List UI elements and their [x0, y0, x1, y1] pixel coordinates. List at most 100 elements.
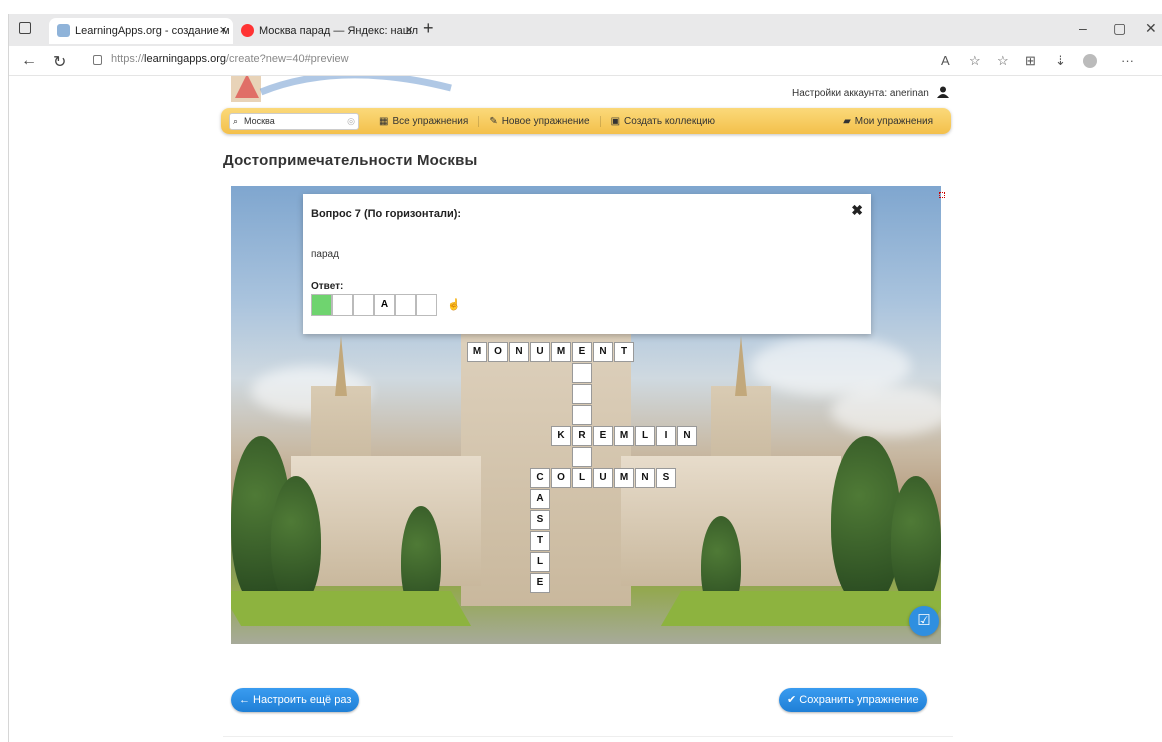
background-tree	[831, 436, 901, 606]
url-host: learningapps.org	[144, 53, 226, 65]
crossword-cell[interactable]: M	[614, 426, 634, 446]
crossword-cell[interactable]: N	[635, 468, 655, 488]
minimize-button[interactable]: –	[1079, 20, 1087, 36]
tab-title: Москва парад — Яндекс: нашл	[259, 25, 418, 37]
close-tab-icon[interactable]: ×	[219, 22, 227, 37]
more-menu-icon[interactable]: ···	[1121, 53, 1134, 68]
crossword-cell[interactable]: O	[551, 468, 571, 488]
search-value: Москва	[244, 115, 275, 126]
fullscreen-icon[interactable]	[939, 192, 945, 198]
crossword-cell[interactable]: S	[656, 468, 676, 488]
search-icon: ⌕	[233, 115, 239, 126]
collection-icon: ▣	[610, 115, 621, 127]
close-popup-icon[interactable]: ✖	[851, 202, 863, 219]
crossword-cell[interactable]: A	[530, 489, 550, 509]
account-label: Настройки аккаунта: anerinan	[792, 88, 929, 99]
address-bar[interactable]: https://learningapps.org/create?new=40#p…	[111, 53, 349, 65]
reset-button[interactable]: ← Настроить ещё раз	[231, 688, 360, 712]
question-popup: Вопрос 7 (По горизонтали): ✖ парад Ответ…	[303, 194, 871, 334]
url-prefix: https://	[111, 53, 145, 65]
user-icon	[936, 86, 949, 98]
crossword-cell[interactable]: U	[593, 468, 613, 488]
answer-cell[interactable]	[395, 294, 416, 316]
answer-cell[interactable]: A	[374, 294, 395, 316]
check-answers-button[interactable]: ☑	[909, 606, 939, 636]
menu-new-exercise[interactable]: ✎ Новое упражнение	[478, 115, 599, 127]
crossword-cell[interactable]	[572, 447, 592, 467]
crossword-cell[interactable]: M	[467, 342, 487, 362]
crossword-cell[interactable]: S	[530, 510, 550, 530]
answer-cell[interactable]	[353, 294, 374, 316]
account-settings-link[interactable]: Настройки аккаунта: anerinan	[792, 86, 949, 99]
back-arrow-icon[interactable]: ←	[21, 52, 37, 70]
crossword-cell[interactable]: C	[530, 468, 550, 488]
background-tree	[271, 476, 321, 606]
downloads-icon[interactable]: ⇣	[1055, 53, 1066, 69]
crossword-cell[interactable]: M	[614, 468, 634, 488]
tab-learningapps[interactable]: LearningApps.org - создание м ×	[49, 18, 233, 44]
crossword-stage: Вопрос 7 (По горизонтали): ✖ парад Ответ…	[231, 186, 941, 644]
crossword-cell[interactable]: O	[488, 342, 508, 362]
menu-my-exercises[interactable]: ▰ Мои упражнения	[833, 116, 943, 127]
crossword-cell[interactable]: K	[551, 426, 571, 446]
save-exercise-button[interactable]: ✔ Сохранить упражнение	[779, 688, 927, 712]
tab-bar: LearningApps.org - создание м × Москва п…	[9, 14, 1162, 46]
url-path: /create?new=40#preview	[225, 53, 349, 65]
answer-cell[interactable]	[311, 294, 332, 316]
crossword-cell[interactable]: E	[593, 426, 613, 446]
favorite-star-icon[interactable]: ☆	[969, 53, 981, 69]
crossword-cell[interactable]: T	[614, 342, 634, 362]
hint-hand-icon[interactable]: ☝	[443, 294, 465, 316]
crossword-cell[interactable]	[572, 405, 592, 425]
tab-yandex[interactable]: Москва парад — Яндекс: нашл ×	[233, 18, 419, 44]
close-window-button[interactable]: ✕	[1145, 20, 1157, 37]
answer-cell[interactable]	[416, 294, 437, 316]
learningapps-favicon-icon	[57, 24, 70, 37]
crossword-cell[interactable]: N	[509, 342, 529, 362]
crossword-cell[interactable]: M	[551, 342, 571, 362]
crossword-cell[interactable]	[572, 384, 592, 404]
crossword-cell[interactable]: L	[572, 468, 592, 488]
background-spire	[335, 336, 347, 396]
crossword-cell[interactable]: E	[530, 573, 550, 593]
background-tree	[891, 476, 941, 606]
crossword-cell[interactable]: L	[530, 552, 550, 572]
answer-cells: A ☝	[311, 294, 465, 316]
menu-all-exercises[interactable]: ▦ Все упражнения	[369, 116, 478, 127]
collections-icon[interactable]: ⊞	[1025, 53, 1036, 69]
background-lawn	[660, 591, 941, 626]
refresh-icon[interactable]: ↻	[53, 52, 66, 72]
crossword-cell[interactable]	[572, 363, 592, 383]
crossword-cell[interactable]: N	[677, 426, 697, 446]
read-aloud-icon[interactable]: A	[941, 53, 950, 68]
clear-search-icon[interactable]: ◎	[347, 114, 355, 129]
search-input[interactable]: ⌕ Москва ◎	[229, 112, 359, 130]
crossword-cell[interactable]: I	[656, 426, 676, 446]
menu-label: Новое упражнение	[501, 115, 590, 127]
answer-label: Ответ:	[311, 281, 344, 292]
profile-avatar-icon[interactable]	[1083, 54, 1097, 68]
folder-icon: ▰	[843, 115, 851, 127]
tab-actions-icon[interactable]	[19, 22, 31, 34]
crossword-cell[interactable]: R	[572, 426, 592, 446]
learningapps-logo[interactable]	[221, 76, 481, 104]
menu-create-collection[interactable]: ▣ Создать коллекцию	[599, 115, 725, 127]
favorites-list-icon[interactable]: ☆	[997, 53, 1009, 69]
lock-icon[interactable]	[93, 55, 102, 65]
crossword-cell[interactable]: L	[635, 426, 655, 446]
maximize-button[interactable]: ▢	[1113, 20, 1126, 37]
crossword-cell[interactable]: N	[593, 342, 613, 362]
background-lawn	[231, 591, 472, 626]
new-tab-button[interactable]: +	[423, 18, 434, 39]
crossword-cell[interactable]: T	[530, 531, 550, 551]
crossword-cell[interactable]: E	[572, 342, 592, 362]
divider	[223, 736, 953, 737]
browser-window: LearningApps.org - создание м × Москва п…	[8, 14, 1162, 742]
crossword-cell[interactable]: U	[530, 342, 550, 362]
yandex-favicon-icon	[241, 24, 254, 37]
pencil-icon: ✎	[489, 115, 498, 127]
close-tab-icon[interactable]: ×	[405, 22, 413, 37]
answer-cell[interactable]	[332, 294, 353, 316]
site-menu-bar: ⌕ Москва ◎ ▦ Все упражнения ✎ Новое упра…	[221, 108, 951, 134]
page-content: Настройки аккаунта: anerinan ⌕ Москва ◎ …	[9, 76, 1162, 742]
